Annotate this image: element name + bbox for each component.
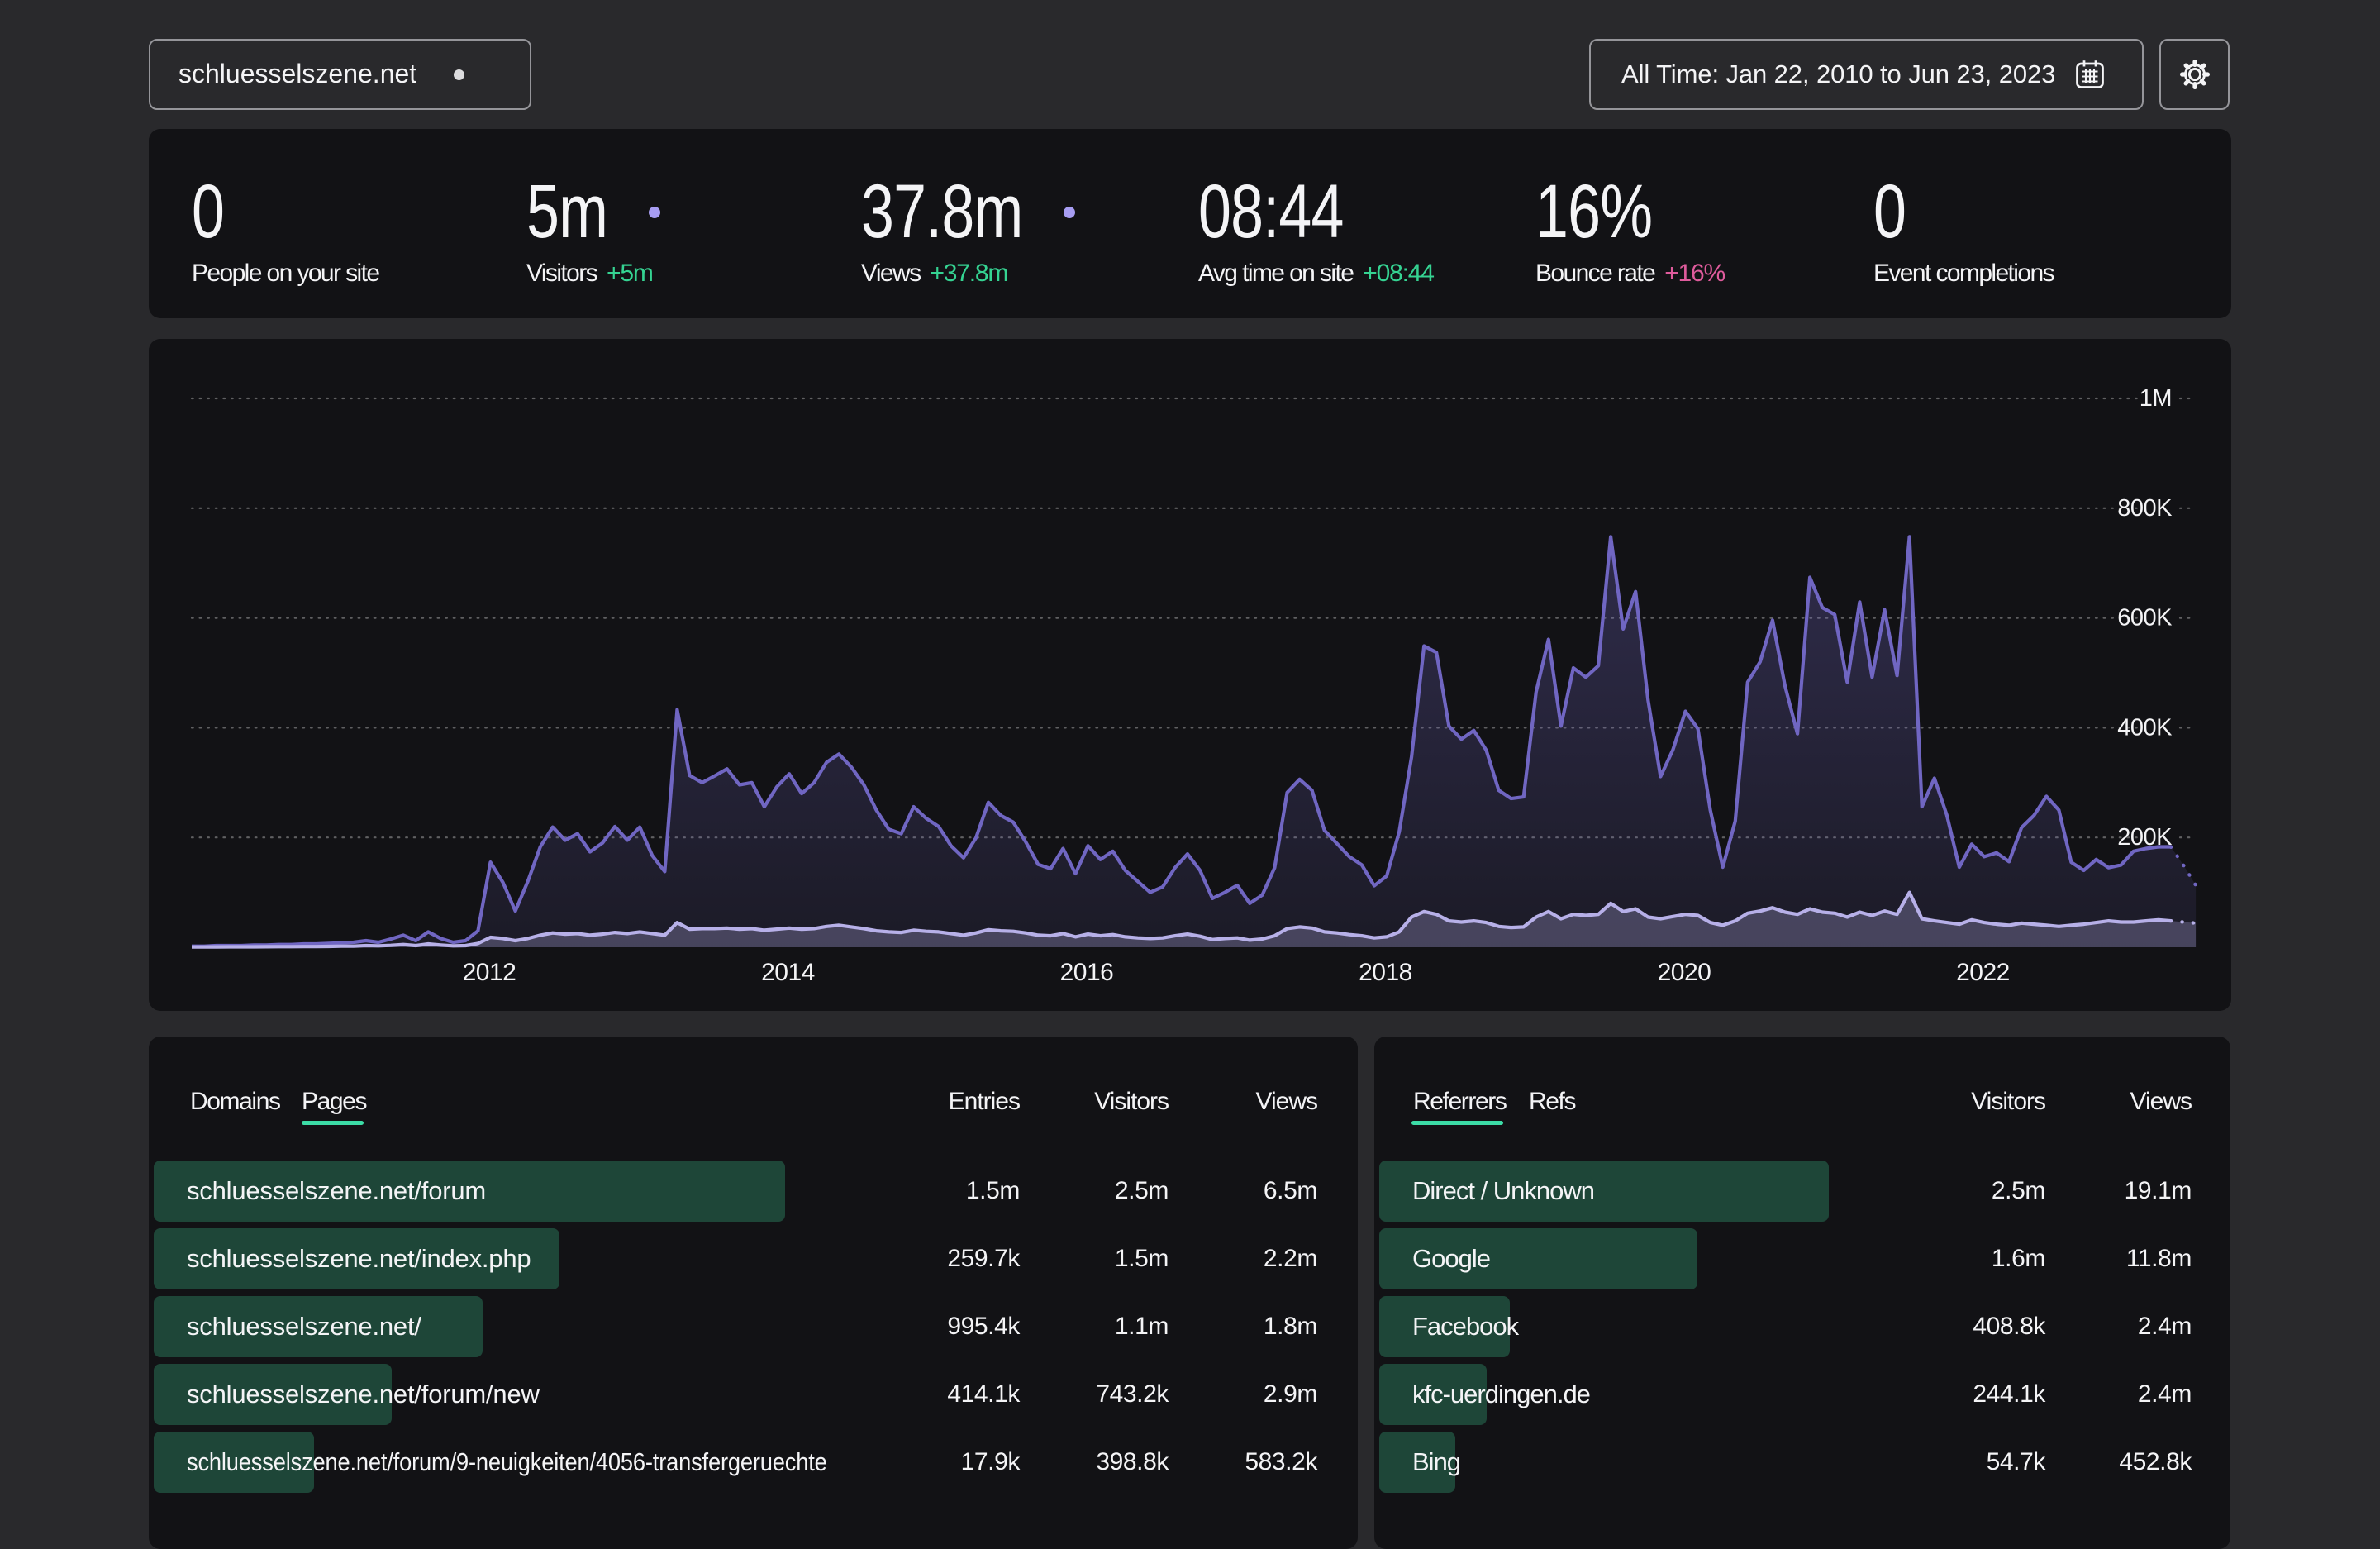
svg-text:2020: 2020 bbox=[1658, 959, 1711, 986]
svg-text:2016: 2016 bbox=[1060, 959, 1114, 986]
svg-text:800K: 800K bbox=[2117, 495, 2173, 522]
svg-text:2022: 2022 bbox=[1956, 959, 2010, 986]
svg-text:600K: 600K bbox=[2117, 605, 2173, 632]
svg-text:2012: 2012 bbox=[463, 959, 516, 986]
svg-text:2018: 2018 bbox=[1359, 959, 1412, 986]
svg-text:400K: 400K bbox=[2117, 714, 2173, 741]
svg-text:1M: 1M bbox=[2140, 385, 2172, 412]
svg-text:2014: 2014 bbox=[761, 959, 815, 986]
